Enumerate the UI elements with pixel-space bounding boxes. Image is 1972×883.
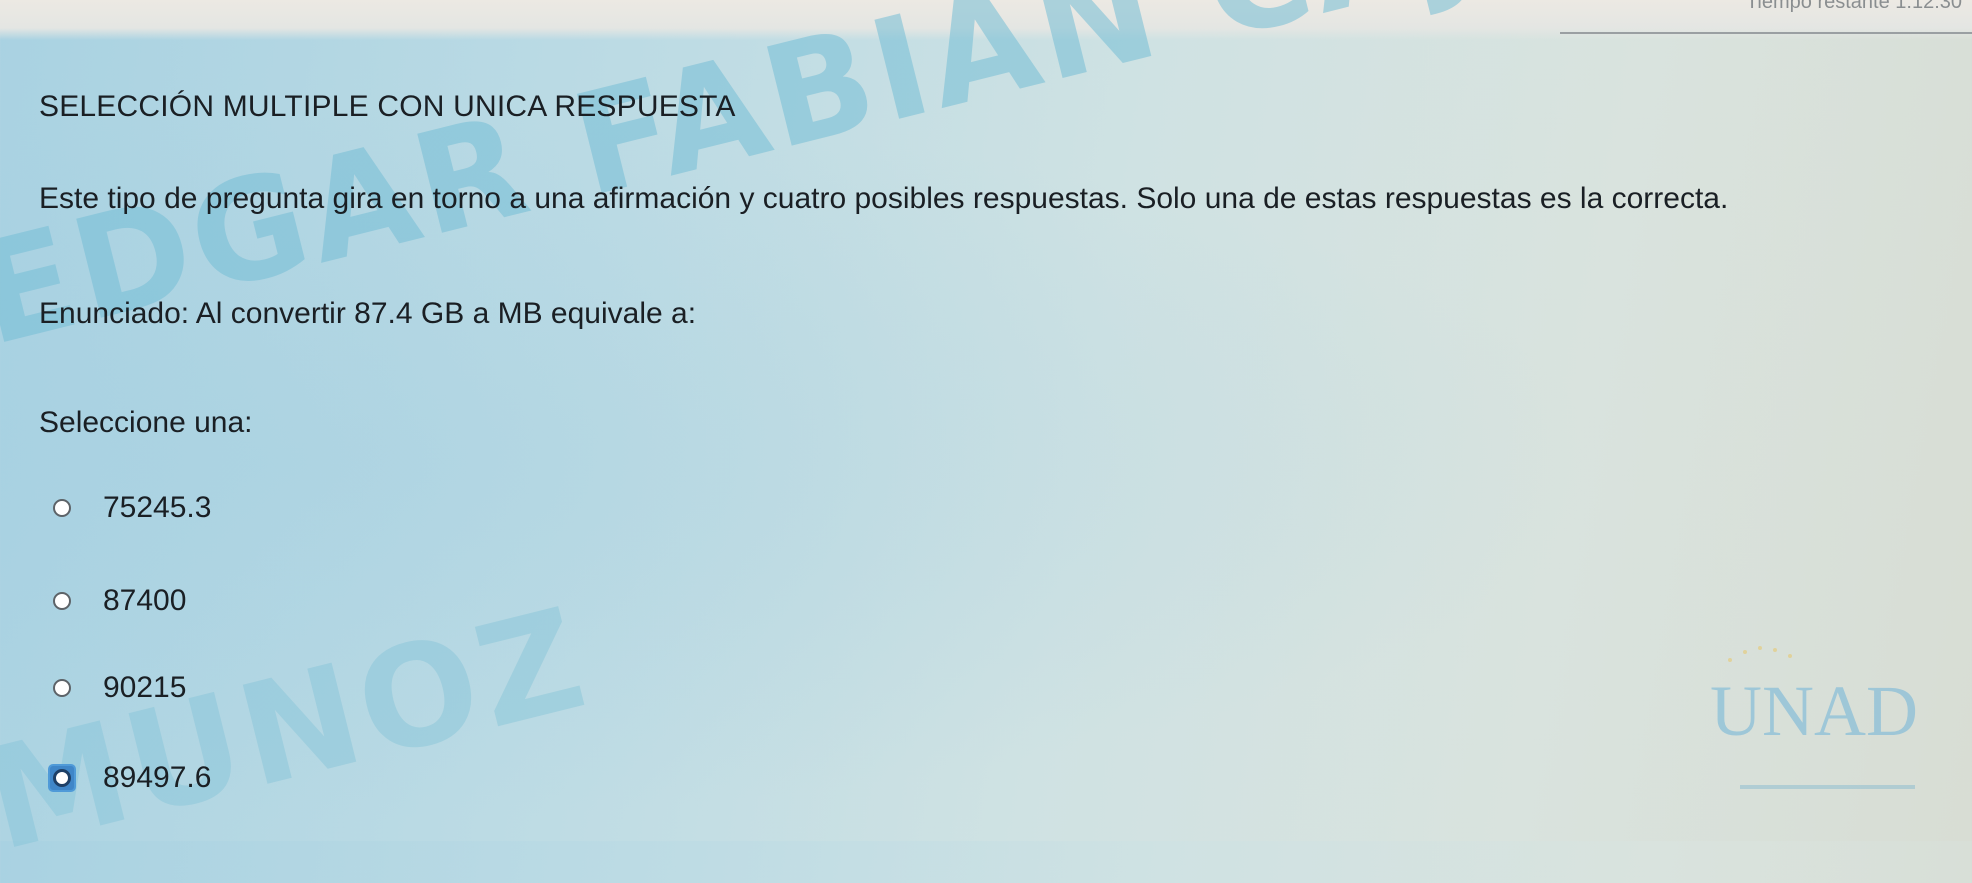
answer-option-label[interactable]: 90215 (103, 671, 186, 705)
answer-option-3[interactable]: 90215 (53, 668, 186, 708)
answer-option-label[interactable]: 75245.3 (103, 491, 211, 525)
answer-option-1[interactable]: 75245.3 (53, 488, 211, 528)
answer-option-2[interactable]: 87400 (53, 581, 186, 621)
select-one-prompt: Seleccione una: (39, 406, 253, 439)
radio-button-icon[interactable] (53, 499, 71, 517)
timer-underline (1560, 32, 1972, 34)
background-glow (0, 0, 1972, 841)
question-type-title: SELECCIÓN MULTIPLE CON UNICA RESPUESTA (39, 90, 736, 123)
unad-logo: UNAD (1710, 646, 1918, 789)
answer-option-label[interactable]: 89497.6 (103, 761, 211, 795)
radio-button-icon[interactable] (53, 592, 71, 610)
radio-dot-icon (53, 769, 71, 787)
answer-option-4-selected[interactable]: 89497.6 (48, 758, 211, 798)
question-statement: Enunciado: Al convertir 87.4 GB a MB equ… (39, 297, 697, 330)
top-bar: Tiempo restante 1:12:30 (0, 0, 1972, 40)
question-description: Este tipo de pregunta gira en torno a un… (39, 182, 1729, 215)
radio-button-icon[interactable] (53, 679, 71, 697)
watermark-name-line2: MUNOZ (0, 577, 603, 883)
radio-button-checked-icon[interactable] (48, 764, 76, 792)
answer-option-label[interactable]: 87400 (103, 584, 186, 618)
time-remaining-text: Tiempo restante 1:12:30 (1745, 0, 1962, 13)
logo-wordmark: UNAD (1710, 671, 1918, 751)
